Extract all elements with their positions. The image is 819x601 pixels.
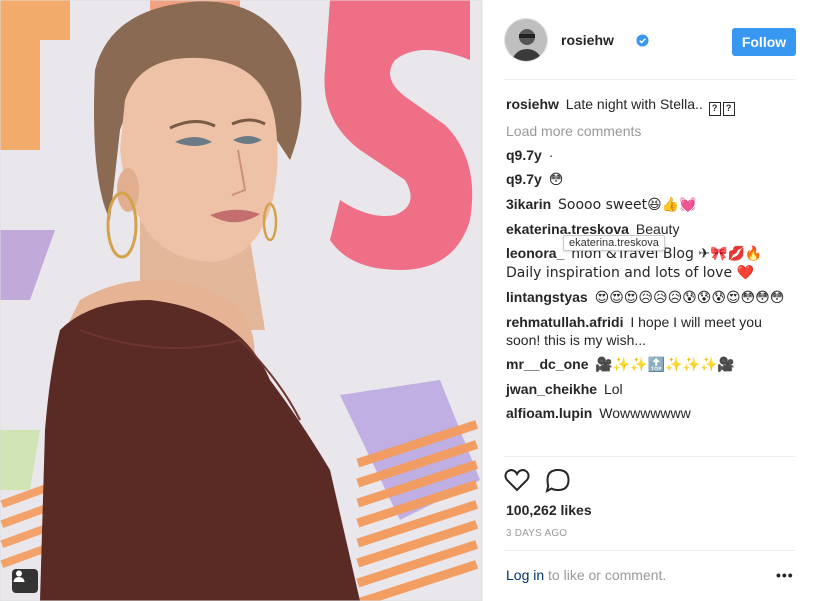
comment-item: q9.7y ·: [506, 146, 796, 164]
avatar-image: [505, 19, 547, 61]
unknown-glyph: ?: [722, 102, 735, 116]
comment-username[interactable]: alfioam.lupin: [506, 405, 592, 421]
caption: rosiehw Late night with Stella.. ??: [506, 95, 796, 116]
comment-item: q9.7y 😳: [506, 170, 796, 189]
likes-count[interactable]: 100,262 likes: [506, 502, 592, 518]
comment-username[interactable]: leonora_: [506, 245, 564, 261]
heart-outline-icon[interactable]: [504, 468, 530, 492]
comment-username[interactable]: 3ikarin: [506, 196, 551, 212]
comment-username[interactable]: jwan_cheikhe: [506, 381, 597, 397]
comment-username[interactable]: rehmatullah.afridi: [506, 314, 623, 330]
comment-text: 😳: [548, 172, 564, 188]
post-header: rosiehw Follow: [504, 18, 796, 80]
person-tag-icon: [13, 570, 25, 582]
more-options-icon[interactable]: •••: [776, 567, 794, 583]
post-photo: [0, 0, 482, 601]
comment-item: lintangstyas 😍😍😍😥😥😥😰😰😰😍😳😳😳: [506, 288, 796, 307]
comment-username[interactable]: lintangstyas: [506, 289, 588, 305]
avatar[interactable]: [504, 18, 548, 62]
comment-username[interactable]: mr__dc_one: [506, 356, 588, 372]
comment-text: 😍😍😍😥😥😥😰😰😰😍😳😳😳: [594, 290, 785, 306]
comment-item: rehmatullah.afridi I hope I will meet yo…: [506, 313, 796, 349]
post-image: [0, 0, 482, 601]
comment-username[interactable]: q9.7y: [506, 171, 542, 187]
login-link[interactable]: Log in: [506, 567, 544, 583]
username-tooltip: ekaterina.treskova: [563, 235, 665, 251]
load-more-comments-link[interactable]: Load more comments: [506, 122, 796, 140]
comment-item: jwan_cheikhe Lol: [506, 380, 796, 398]
comment-text: Soooo sweet😆👍💓: [558, 197, 697, 213]
comment-text: Lol: [603, 381, 623, 397]
unknown-glyph: ?: [708, 102, 721, 116]
comment-text: Wowwwwwww: [599, 405, 691, 421]
speech-bubble-icon[interactable]: [545, 468, 571, 494]
comment-item: alfioam.lupin Wowwwwwww: [506, 404, 796, 422]
comments-list: rosiehw Late night with Stella.. ?? Load…: [506, 95, 796, 428]
post-author-username[interactable]: rosiehw: [561, 32, 614, 48]
comment-item: mr__dc_one 🎥✨✨🔝✨✨✨🎥: [506, 355, 796, 374]
login-prompt: Log in to like or comment.: [506, 567, 666, 583]
caption-username[interactable]: rosiehw: [506, 96, 559, 112]
footer-divider: [504, 550, 796, 551]
comment-username[interactable]: q9.7y: [506, 147, 542, 163]
comment-item: 3ikarin Soooo sweet😆👍💓: [506, 195, 796, 214]
verified-badge-icon: [636, 34, 649, 47]
tag-people-button[interactable]: [12, 569, 38, 593]
login-prompt-text: to like or comment.: [544, 567, 667, 583]
comment-text: 🎥✨✨🔝✨✨✨🎥: [595, 357, 735, 373]
actions-divider: [504, 456, 796, 457]
caption-text: Late night with Stella..: [565, 96, 703, 112]
follow-button[interactable]: Follow: [732, 28, 796, 56]
post-timestamp[interactable]: 3 DAYS AGO: [506, 528, 567, 539]
comment-text: ·: [548, 147, 554, 163]
